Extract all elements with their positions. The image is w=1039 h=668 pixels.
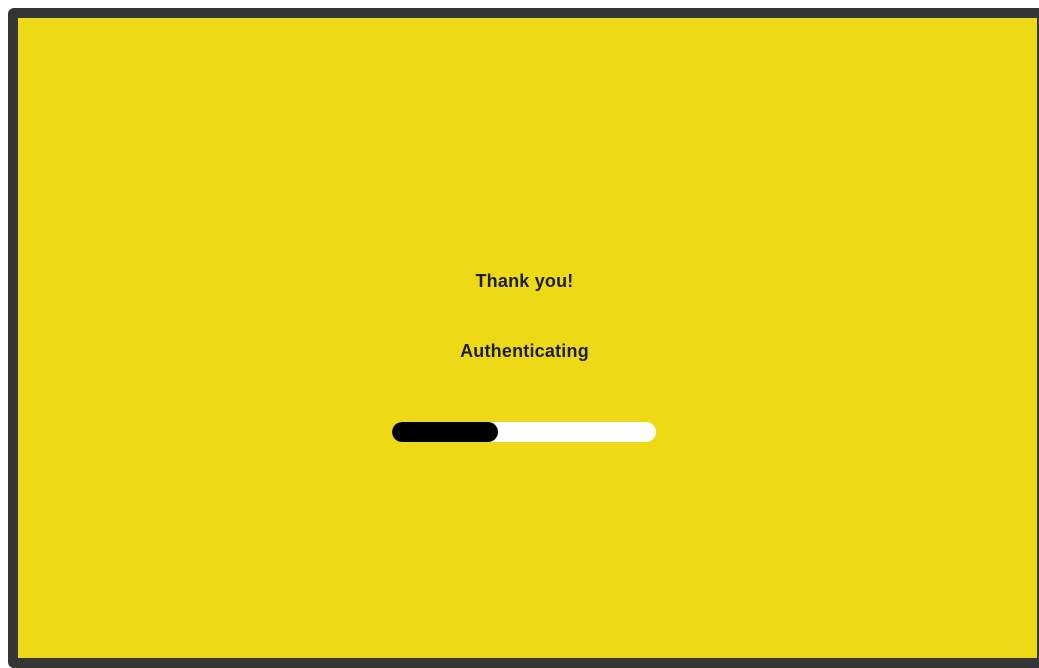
auth-screen-content: Thank you! Authenticating (0, 0, 1039, 660)
progress-bar-fill (392, 422, 498, 442)
thank-you-message: Thank you! (475, 271, 574, 291)
authentication-progress-bar (392, 422, 656, 442)
authenticating-status-text: Authenticating (460, 341, 589, 361)
